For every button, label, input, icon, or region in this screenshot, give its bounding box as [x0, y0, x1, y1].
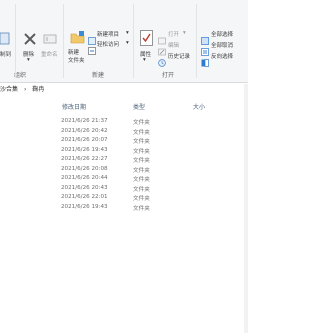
- row-type: 文件夹: [133, 120, 150, 126]
- table-row[interactable]: 2021/6/26 20:08 文件夹: [0, 166, 248, 176]
- breadcrumb[interactable]: 沙合集 › 鞠冉: [0, 84, 248, 95]
- row-date: 2021/6/26 20:07: [61, 137, 108, 143]
- row-date: 2021/6/26 22:27: [61, 156, 108, 162]
- history-icon[interactable]: [158, 52, 166, 71]
- table-row[interactable]: 2021/6/26 19:43 文件夹: [0, 147, 248, 157]
- row-date: 2021/6/26 19:43: [61, 146, 108, 153]
- table-row[interactable]: 2021/6/26 20:43 文件夹: [0, 185, 248, 195]
- easy-access-icon[interactable]: [88, 40, 96, 59]
- rename-button[interactable]: 重命名: [41, 50, 58, 58]
- invert-selection-icon[interactable]: [201, 52, 209, 71]
- row-type: 文件夹: [133, 158, 150, 164]
- row-date: 2021/6/26 20:08: [61, 165, 108, 172]
- new-group-label: 新建: [91, 72, 104, 79]
- row-date: 2021/6/26 20:44: [61, 175, 108, 181]
- row-type: 文件夹: [133, 196, 150, 202]
- edit-button[interactable]: 编辑: [168, 41, 179, 49]
- ribbon: 制到 组织 删除 ▾ 重命名 新建 文件夹 新建项目 ▾ 轻松访问 ▾ 新建 属…: [0, 0, 248, 83]
- column-header: 修改日期 类型 大小: [0, 100, 248, 111]
- table-row[interactable]: 2021/6/26 19:43 文件夹: [0, 204, 248, 214]
- easy-access-dropdown-icon[interactable]: ▾: [126, 40, 129, 46]
- invert-selection-button[interactable]: 反向选择: [211, 52, 233, 60]
- row-type: 文件夹: [133, 167, 150, 174]
- table-row[interactable]: 2021/6/26 21:37 文件夹: [0, 118, 248, 128]
- properties-icon[interactable]: [140, 30, 153, 50]
- new-folder-button[interactable]: 新建 文件夹: [68, 49, 85, 65]
- row-date: 2021/6/26 19:43: [61, 203, 108, 210]
- row-type: 文件夹: [133, 148, 150, 155]
- history-button[interactable]: 历史记录: [168, 52, 190, 60]
- row-type: 文件夹: [133, 177, 150, 183]
- delete-dropdown-icon[interactable]: ▾: [27, 57, 30, 63]
- row-type: 文件夹: [133, 205, 150, 212]
- row-date: 2021/6/26 22:01: [61, 194, 108, 200]
- open-group-label: 打开: [161, 72, 174, 79]
- row-date: 2021/6/26 21:37: [61, 118, 108, 124]
- column-type[interactable]: 类型: [133, 102, 145, 111]
- breadcrumb-separator: ›: [23, 86, 27, 93]
- new-item-button[interactable]: 新建项目: [97, 30, 119, 38]
- group-divider: [133, 4, 134, 78]
- column-size[interactable]: 大小: [193, 102, 205, 111]
- new-item-dropdown-icon[interactable]: ▾: [126, 30, 129, 36]
- open-button[interactable]: 打开: [168, 30, 179, 38]
- organize-group-label: 组织: [13, 72, 26, 79]
- table-row[interactable]: 2021/6/26 22:01 文件夹: [0, 194, 248, 204]
- table-row[interactable]: 2021/6/26 20:42 文件夹: [0, 128, 248, 138]
- open-dropdown-icon[interactable]: ▾: [183, 30, 186, 36]
- row-type: 文件夹: [133, 129, 150, 136]
- delete-icon[interactable]: [23, 31, 37, 50]
- table-row[interactable]: 2021/6/26 20:44 文件夹: [0, 175, 248, 185]
- copy-path-icon[interactable]: [0, 30, 12, 49]
- table-row[interactable]: 2021/6/26 22:27 文件夹: [0, 156, 248, 166]
- table-row[interactable]: 2021/6/26 20:07 文件夹: [0, 137, 248, 147]
- select-none-button[interactable]: 全部取消: [211, 41, 233, 49]
- group-divider: [63, 4, 64, 78]
- file-list: 2021/6/26 21:37 文件夹 2021/6/26 20:42 文件夹 …: [0, 118, 248, 213]
- easy-access-button[interactable]: 轻松访问: [97, 40, 119, 48]
- group-divider: [15, 4, 16, 78]
- select-all-button[interactable]: 全部选择: [211, 30, 233, 38]
- column-date[interactable]: 修改日期: [62, 102, 86, 111]
- new-folder-icon[interactable]: [70, 30, 85, 49]
- row-date: 2021/6/26 20:43: [61, 184, 108, 191]
- copy-path-label[interactable]: 制到: [0, 50, 11, 58]
- properties-dropdown-icon[interactable]: ▾: [143, 57, 146, 63]
- row-type: 文件夹: [133, 139, 150, 145]
- group-divider: [196, 4, 197, 78]
- rename-icon[interactable]: [43, 31, 57, 50]
- vertical-scrollbar[interactable]: [244, 84, 248, 333]
- breadcrumb-current[interactable]: 鞠冉: [32, 86, 44, 93]
- row-date: 2021/6/26 20:42: [61, 127, 108, 134]
- row-type: 文件夹: [133, 186, 150, 193]
- breadcrumb-parent[interactable]: 沙合集: [0, 86, 18, 93]
